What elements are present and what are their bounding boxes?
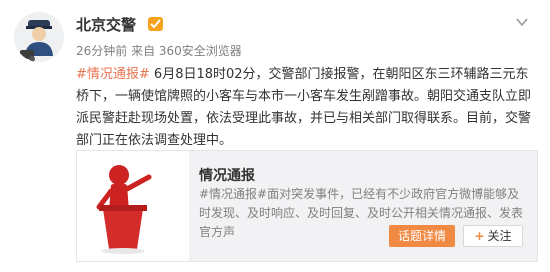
topic-title[interactable]: 情况通报 — [199, 165, 255, 185]
author-name[interactable]: 北京交警 — [76, 14, 136, 35]
follow-label: 关注 — [487, 229, 512, 243]
chevron-down-icon[interactable] — [515, 14, 529, 28]
plus-icon: + — [474, 229, 485, 243]
topic-thumbnail — [77, 151, 189, 261]
post-meta: 26分钟前 来自 360安全浏览器 — [76, 44, 242, 58]
topic-share-card[interactable]: 情况通报 #情况通报#面对突发事件，已经有不少政府官方微博能够及时发现、及时响应… — [76, 150, 538, 262]
avatar[interactable] — [14, 12, 64, 62]
topic-detail-button[interactable]: 话题详情 — [389, 225, 455, 247]
speaker-podium-icon — [96, 165, 152, 254]
verified-badge-icon — [148, 17, 163, 31]
follow-button[interactable]: + 关注 — [463, 225, 523, 247]
post-text: #情况通报# 6月8日18时02分，交警部门接报警，在朝阳区东三环辅路三元东桥下… — [76, 64, 536, 152]
police-avatar-icon — [14, 12, 64, 62]
weibo-post-card: 北京交警 26分钟前 来自 360安全浏览器 #情况通报# 6月8日18时02分… — [0, 0, 550, 272]
hashtag-link[interactable]: #情况通报# — [76, 67, 150, 82]
